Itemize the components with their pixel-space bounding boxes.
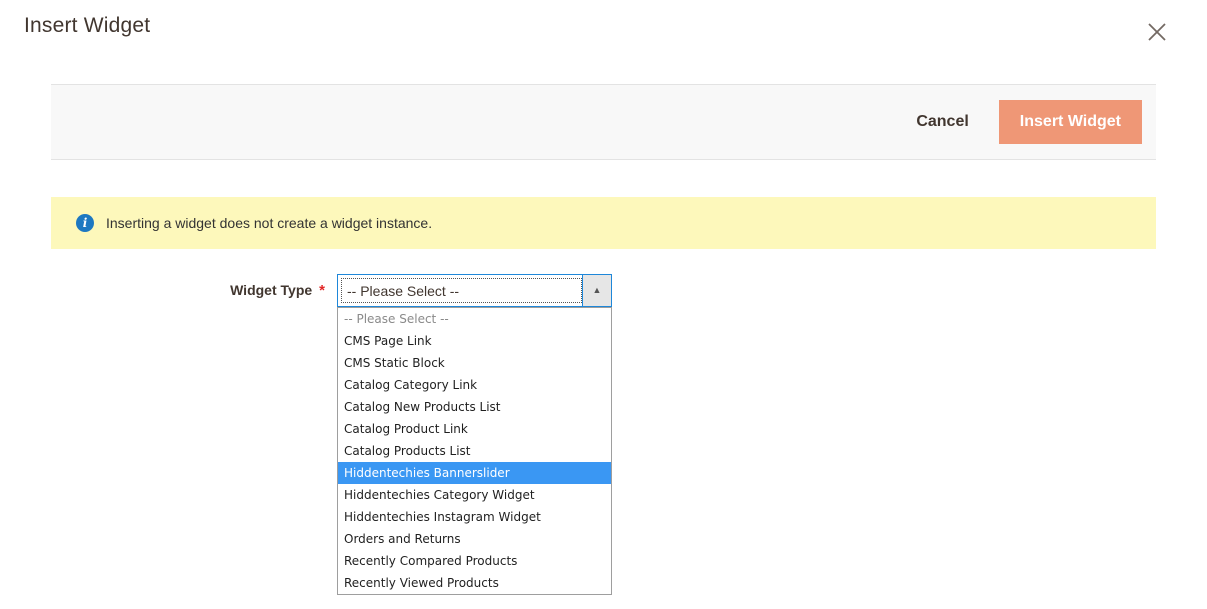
required-asterisk: * bbox=[319, 282, 325, 299]
insert-widget-button[interactable]: Insert Widget bbox=[999, 100, 1142, 144]
notice-message: Inserting a widget does not create a wid… bbox=[106, 215, 432, 231]
page-title: Insert Widget bbox=[24, 14, 150, 38]
widget-type-option[interactable]: Hiddentechies Bannerslider bbox=[338, 462, 611, 484]
widget-type-selected-value[interactable]: -- Please Select -- bbox=[341, 278, 582, 303]
close-icon bbox=[1145, 20, 1169, 44]
modal-toolbar: Cancel Insert Widget bbox=[51, 84, 1156, 160]
widget-type-option[interactable]: Catalog Category Link bbox=[338, 374, 611, 396]
dropdown-arrow-button[interactable]: ▲ bbox=[582, 275, 611, 306]
widget-type-option[interactable]: Recently Compared Products bbox=[338, 550, 611, 572]
info-icon: i bbox=[76, 214, 94, 232]
widget-type-options: -- Please Select --CMS Page LinkCMS Stat… bbox=[337, 307, 612, 595]
widget-type-option[interactable]: CMS Page Link bbox=[338, 330, 611, 352]
widget-type-option[interactable]: CMS Static Block bbox=[338, 352, 611, 374]
close-button[interactable] bbox=[1141, 16, 1173, 48]
widget-type-field: Widget Type * -- Please Select -- ▲ -- Pl… bbox=[0, 274, 1207, 307]
widget-type-option[interactable]: Catalog New Products List bbox=[338, 396, 611, 418]
widget-type-option[interactable]: Catalog Products List bbox=[338, 440, 611, 462]
widget-type-label-text: Widget Type bbox=[230, 282, 312, 298]
widget-type-option[interactable]: -- Please Select -- bbox=[338, 308, 611, 330]
widget-type-select[interactable]: -- Please Select -- ▲ -- Please Select -… bbox=[337, 274, 612, 307]
chevron-up-icon: ▲ bbox=[593, 286, 602, 295]
widget-type-option[interactable]: Hiddentechies Instagram Widget bbox=[338, 506, 611, 528]
notice-banner: i Inserting a widget does not create a w… bbox=[51, 197, 1156, 249]
widget-type-option[interactable]: Recently Viewed Products bbox=[338, 572, 611, 594]
cancel-button[interactable]: Cancel bbox=[916, 113, 968, 131]
widget-type-option[interactable]: Catalog Product Link bbox=[338, 418, 611, 440]
insert-widget-modal: Insert Widget Cancel Insert Widget i Ins… bbox=[0, 0, 1207, 307]
widget-type-label: Widget Type * bbox=[0, 282, 325, 299]
modal-header: Insert Widget bbox=[0, 0, 1207, 84]
widget-type-option[interactable]: Hiddentechies Category Widget bbox=[338, 484, 611, 506]
widget-type-option[interactable]: Orders and Returns bbox=[338, 528, 611, 550]
